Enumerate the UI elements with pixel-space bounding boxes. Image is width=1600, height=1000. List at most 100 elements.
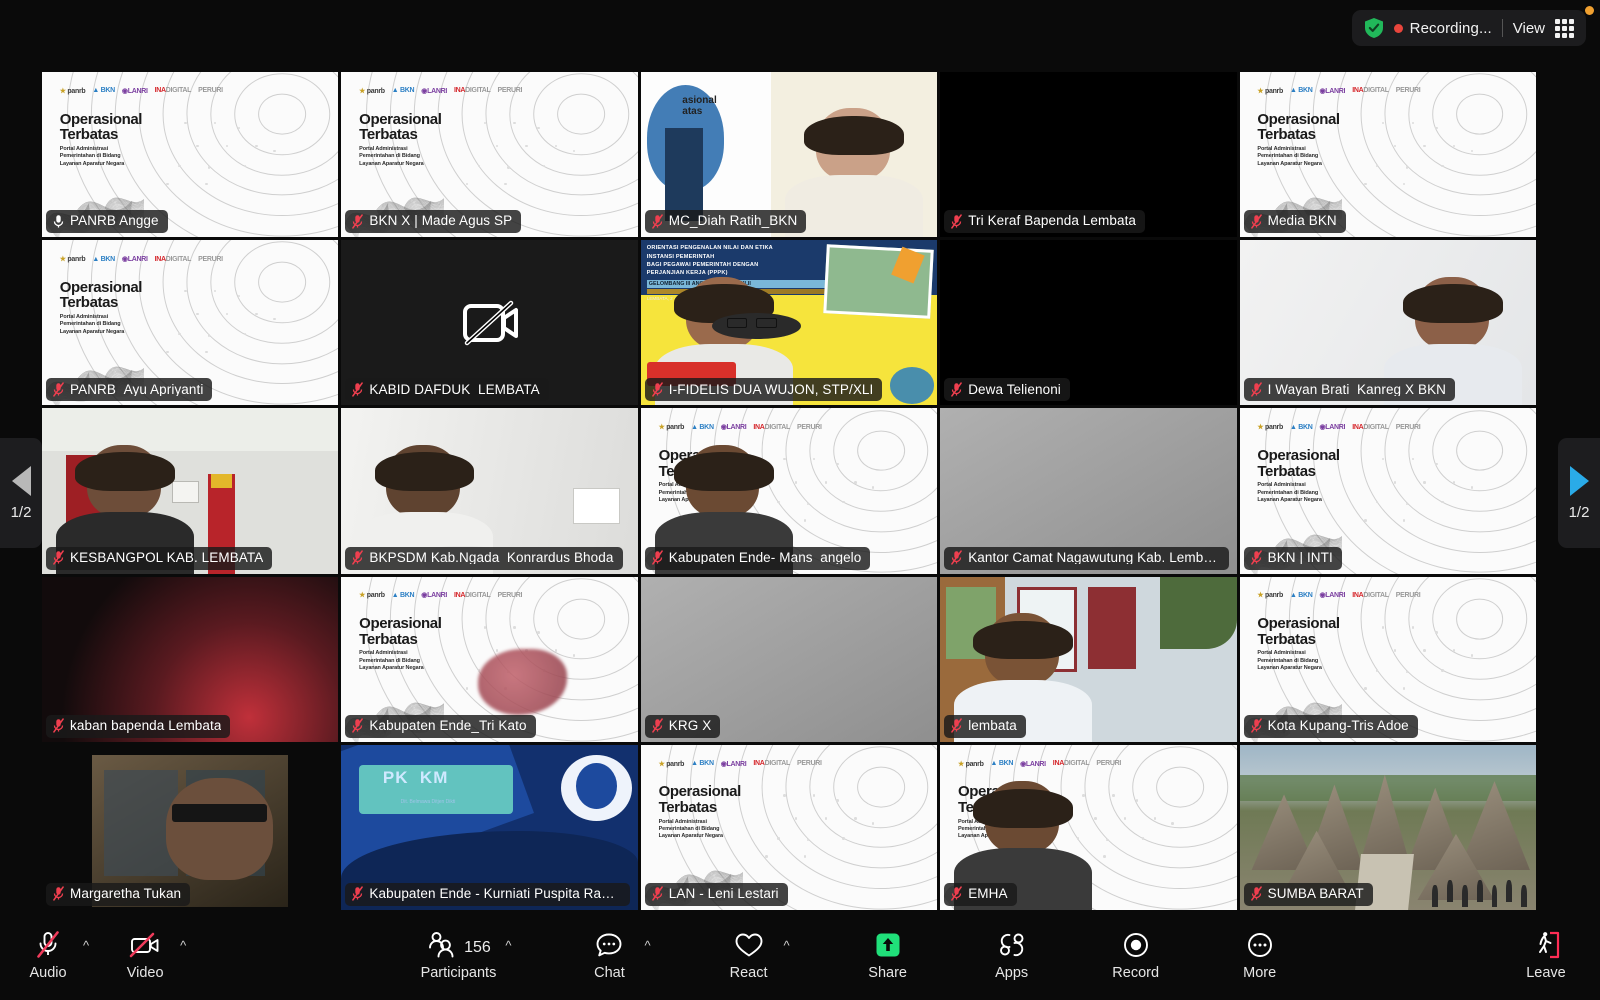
mic-muted-icon [651,550,663,565]
chat-chevron-up-icon[interactable]: ^ [644,938,650,953]
more-dots-icon [1246,930,1274,960]
record-button[interactable]: Record [1110,930,1162,981]
mic-muted-icon [352,886,364,902]
participants-button[interactable]: 156 Participants [421,930,496,981]
participant-tile[interactable]: Margaretha Tukan [42,744,339,910]
mic-muted-icon [951,550,963,565]
share-screen-icon [874,930,902,960]
participant-name: Kabupaten Ende_Tri Kato [369,719,527,733]
participant-tile[interactable]: I Wayan Brati_Kanreg X BKN [1239,240,1536,406]
participant-name-badge: Kabupaten Ende - Kurniati Puspita Rahay.… [345,882,630,906]
participant-tile[interactable]: Kantor Camat Nagawutung Kab. Lembata [940,408,1237,574]
background-logos: ★ panrb ▲ BKN ◉LANRI INADIGITAL PERURI [359,591,523,600]
participant-tile[interactable]: ★ panrb▲ BKN◉LANRIINADIGITALPERURIOperas… [42,72,339,238]
participant-tile[interactable]: lembata [940,576,1237,742]
audio-label: Audio [29,964,67,981]
react-label: React [729,964,768,981]
participant-tile[interactable]: ★ panrb▲ BKN◉LANRIINADIGITALPERURIOperas… [341,576,638,742]
participant-tile[interactable]: asional atas MC_Diah Ratih_BKN [640,72,938,238]
participant-tile[interactable]: ★ panrb▲ BKN◉LANRIINADIGITALPERURIOperas… [341,72,638,238]
participant-tile[interactable]: ★ panrb▲ BKN◉LANRIINADIGITALPERURIOperas… [1239,576,1536,742]
recording-label: Recording... [1409,19,1492,37]
video-gallery-grid: ★ panrb ▲ BKN ◉LANRI INADIGITAL PERURI Operas… [42,72,1536,910]
participant-name-badge: Kabupaten Ende_Tri Kato [345,714,536,738]
mic-muted-icon [53,886,64,902]
participant-tile[interactable]: ★ panrb▲ BKN◉LANRIINADIGITALPERURIOperas… [1239,72,1536,238]
audio-options-chevron-up-icon[interactable]: ^ [83,938,89,953]
mic-muted-icon [352,718,364,733]
participant-tile[interactable]: ★ panrb▲ BKN◉LANRIINADIGITALPERURIOperas… [1239,408,1536,574]
participant-name-badge: Kantor Camat Nagawutung Kab. Lembata [944,546,1229,570]
participant-name: LAN - Leni Lestari [668,887,779,901]
leave-button[interactable]: Leave [1520,930,1572,981]
record-dot-icon [1393,23,1403,33]
chat-button[interactable]: Chat [583,930,635,981]
participant-tile[interactable]: PK KM Dit. Belmawa Ditjen Dikti Kabupaten … [341,744,638,910]
participant-name: BKN | INTI [1267,550,1333,565]
participant-name-badge: I Wayan Brati_Kanreg X BKN [1243,378,1456,402]
participant-tile[interactable]: ★ panrb▲ BKN◉LANRIINADIGITALPERURIOperas… [42,240,339,406]
participant-name: Margaretha Tukan [70,887,182,901]
participant-tile[interactable]: KABID DAFDUK_LEMBATA [341,240,638,406]
mic-muted-icon [651,718,663,733]
participant-name: MC_Diah Ratih_BKN [668,214,798,228]
participant-name-badge: Kota Kupang-Tris Adoe [1243,714,1418,738]
participants-count: 156 [464,938,491,956]
react-chevron-up-icon[interactable]: ^ [784,938,790,953]
react-button[interactable]: React [723,930,775,981]
mic-muted-icon [1250,550,1262,565]
participant-name-badge: EMHA [944,882,1017,906]
mic-muted-icon [1250,382,1262,397]
participant-name-badge: BKN X | Made Agus SP [345,210,522,234]
participants-icon [429,931,454,958]
participant-name: PANRB_Ayu Apriyanti [70,382,204,397]
participant-tile[interactable]: SUMBA BARAT [1239,744,1536,910]
chevron-left-icon [11,465,31,496]
grid-view-icon[interactable] [1555,18,1574,38]
record-circle-icon [1122,930,1150,960]
mic-muted-icon [352,382,364,397]
meeting-toolbar: Audio ^ Video ^ 156 Participants ^ Chat … [0,910,1600,1000]
participant-tile[interactable]: KRG X [640,576,938,742]
participant-tile[interactable]: ★ panrb▲ BKN◉LANRIINADIGITALPERURIOperas… [640,744,938,910]
view-label[interactable]: View [1513,20,1545,37]
participant-name: Media BKN [1267,214,1337,228]
participant-tile[interactable]: ★ panrb▲ BKN◉LANRIINADIGITALPERURIOperas… [640,408,938,574]
mic-muted-icon [951,718,963,733]
next-page-button[interactable]: 1/2 [1558,438,1600,548]
video-button[interactable]: Video [119,930,171,981]
shield-check-icon [1364,17,1384,39]
audio-button[interactable]: Audio [22,930,74,981]
participant-tile[interactable]: kaban bapenda Lembata [42,576,339,742]
participant-name-badge: KRG X [644,714,721,738]
mic-muted-icon [352,213,364,229]
participant-name: KRG X [668,719,712,733]
recording-indicator: Recording... [1393,19,1492,37]
recording-status-pill[interactable]: Recording... View [1351,10,1586,46]
participant-name-badge: PANRB Angge [46,210,168,234]
participant-tile[interactable]: BKPSDM Kab.Ngada_Konrardus Bhoda [341,408,638,574]
background-logos: ★ panrb ▲ BKN ◉LANRI INADIGITAL PERURI [658,760,822,768]
previous-page-button[interactable]: 1/2 [0,438,42,548]
more-label: More [1243,964,1277,981]
participant-name: I Wayan Brati_Kanreg X BKN [1267,382,1447,397]
status-dot [1585,6,1594,15]
participant-name-badge: SUMBA BARAT [1243,882,1373,906]
participant-name: Kabupaten Ende - Kurniati Puspita Rahay.… [369,887,621,901]
share-button[interactable]: Share [862,930,914,981]
apps-button[interactable]: Apps [986,930,1038,981]
mic-muted-icon [53,718,64,733]
participant-tile[interactable]: ★ panrb▲ BKN◉LANRIINADIGITALPERURIOperas… [940,744,1237,910]
mic-muted-icon [1250,886,1262,902]
participant-name: BKN X | Made Agus SP [369,214,513,228]
participant-tile[interactable]: ORIENTASI PENGENALAN NILAI DAN ETIKA INST… [640,240,938,406]
participants-chevron-up-icon[interactable]: ^ [505,938,511,953]
more-button[interactable]: More [1234,930,1286,981]
mic-muted-icon [951,382,963,397]
participant-tile[interactable]: Dewa Telienoni [940,240,1237,406]
participant-tile[interactable]: Tri Keraf Bapenda Lembata [940,72,1237,238]
participant-tile[interactable]: KESBANGPOL KAB. LEMBATA [42,408,339,574]
heart-icon [734,930,764,960]
participant-name: Tri Keraf Bapenda Lembata [968,214,1137,228]
participant-name-badge: Margaretha Tukan [46,882,191,906]
